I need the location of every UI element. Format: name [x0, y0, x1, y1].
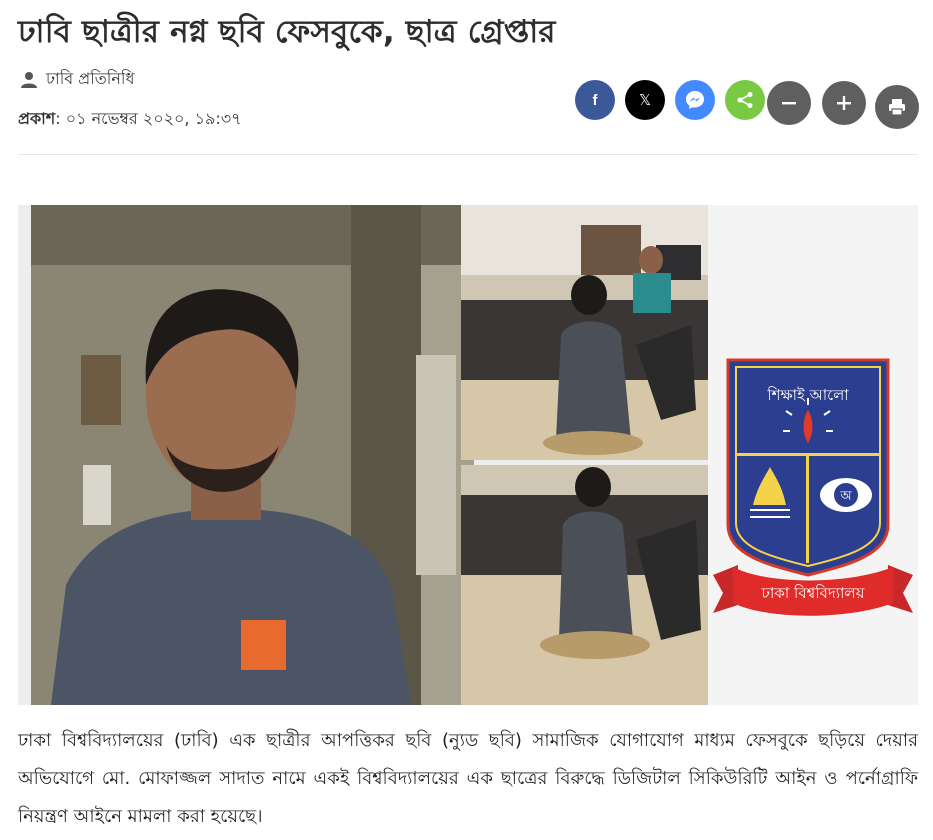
messenger-share-button[interactable]: [675, 80, 715, 120]
photo-portrait-panel: [31, 205, 474, 705]
decrease-font-button[interactable]: [767, 81, 811, 125]
share-icon: [737, 92, 753, 108]
print-button[interactable]: [875, 85, 919, 129]
byline: ঢাবি প্রতিনিধি: [20, 66, 134, 93]
police-station-image-bottom: [461, 465, 709, 705]
share-bar: f 𝕏: [575, 80, 775, 120]
increase-font-button[interactable]: [822, 81, 866, 125]
published-label: প্রকাশ: [18, 109, 56, 128]
portrait-image: [31, 205, 474, 705]
facebook-icon: f: [592, 91, 598, 109]
photo-police-bottom-panel: [461, 465, 709, 705]
logo-letter: অ: [839, 489, 852, 504]
article-body: ঢাকা বিশ্ববিদ্যালয়ের (ঢাবি) এক ছাত্রীর …: [18, 730, 918, 827]
header-divider: [18, 154, 918, 155]
police-station-image-top: [461, 205, 709, 460]
x-icon: 𝕏: [638, 91, 652, 109]
x-share-button[interactable]: 𝕏: [625, 80, 665, 120]
minus-icon: [782, 102, 796, 105]
printer-icon: [889, 99, 905, 116]
published-date: প্রকাশ: ০১ নভেম্বর ২০২০, ১৯:৩৭: [18, 106, 242, 133]
photo-police-top-panel: [461, 205, 709, 460]
article-photo: শিক্ষাই আলো অ ঢাকা বিশ্ববিদ্যালয়: [18, 205, 918, 705]
article-headline: ঢাবি ছাত্রীর নগ্ন ছবি ফেসবুকে, ছাত্র গ্র…: [18, 14, 556, 50]
share-button[interactable]: [725, 80, 765, 120]
published-value: : ০১ নভেম্বর ২০২০, ১৯:৩৭: [55, 109, 242, 128]
university-logo-panel: শিক্ষাই আলো অ ঢাকা বিশ্ববিদ্যালয়: [708, 205, 918, 705]
author-name[interactable]: ঢাবি প্রতিনিধি: [46, 66, 134, 93]
plus-icon: [837, 96, 851, 110]
user-icon: [21, 71, 37, 88]
facebook-share-button[interactable]: f: [575, 80, 615, 120]
dhaka-university-logo: শিক্ষাই আলো অ ঢাকা বিশ্ববিদ্যালয়: [713, 358, 913, 616]
messenger-icon: [686, 91, 704, 109]
logo-banner-text: ঢাকা বিশ্ববিদ্যালয়: [761, 584, 866, 602]
